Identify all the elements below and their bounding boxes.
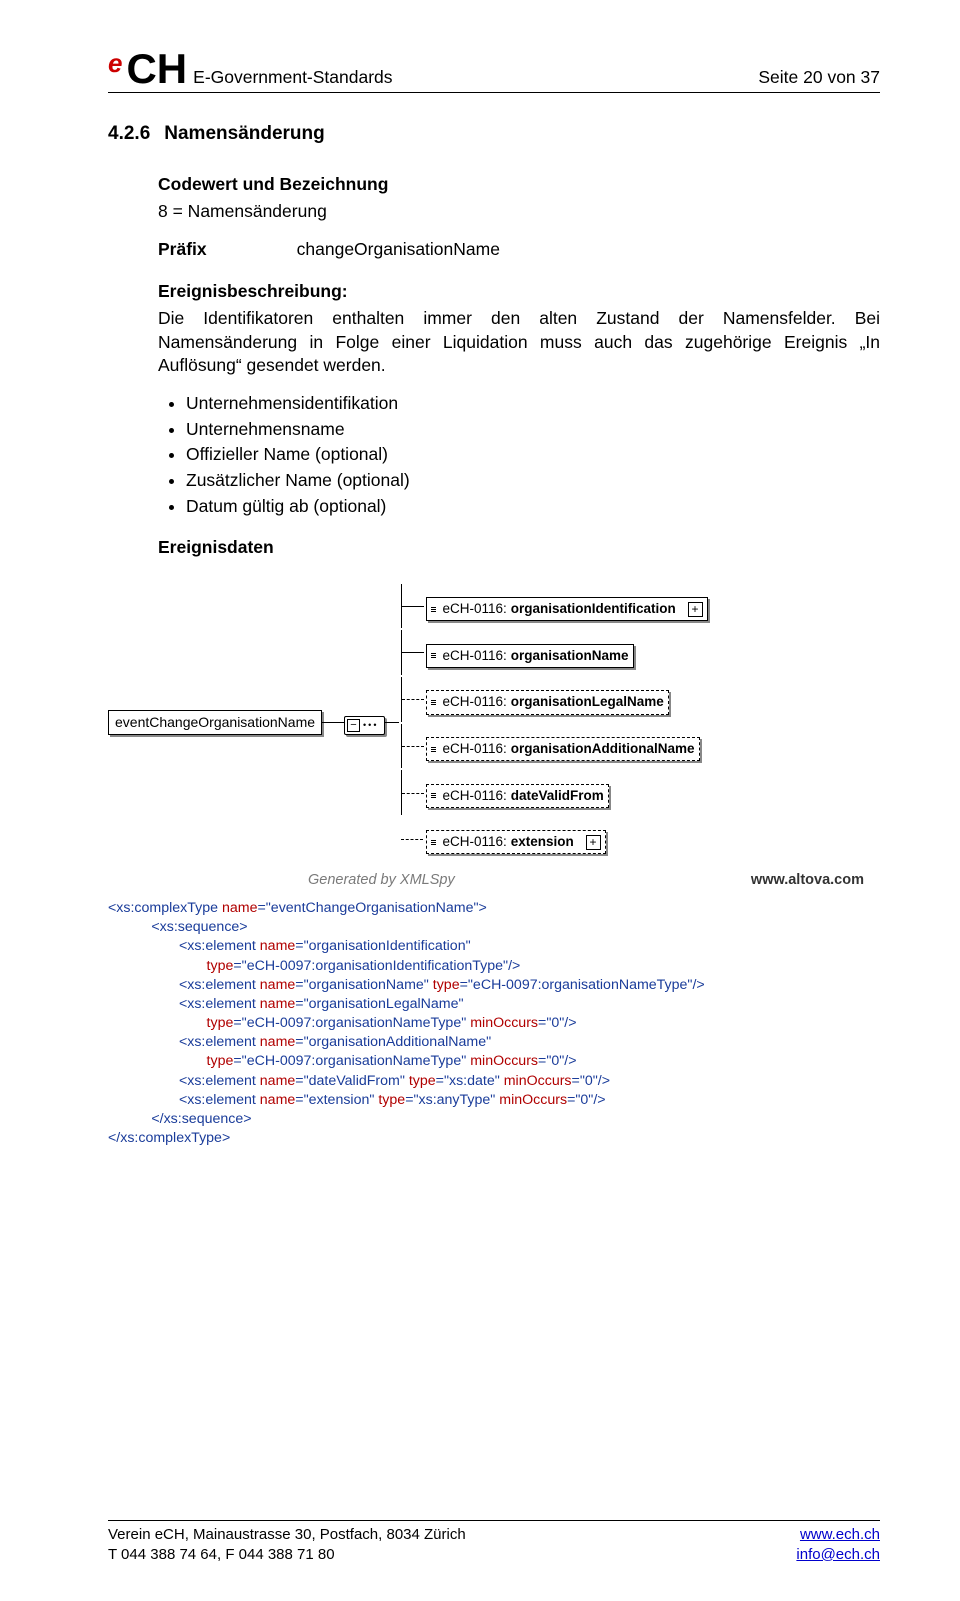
footer-address: Verein eCH, Mainaustrasse 30, Postfach, … — [108, 1525, 466, 1545]
diagram-node-optional: eCH-0116:extension + — [426, 830, 605, 854]
header-subtitle: E-Government-Standards — [187, 66, 392, 90]
logo-ch: CH — [126, 48, 187, 90]
schema-diagram: eventChangeOrganisationName −••• eCH-011… — [108, 582, 880, 864]
section-title: Namensänderung — [164, 121, 324, 147]
list-item: Offizieller Name (optional) — [186, 443, 880, 467]
logo-e: e — [108, 48, 122, 76]
page-footer: Verein eCH, Mainaustrasse 30, Postfach, … — [108, 1520, 880, 1566]
diagram-node-optional: eCH-0116:dateValidFrom — [426, 784, 608, 808]
logo: e CH — [108, 48, 187, 90]
prefix-value: changeOrganisationName — [297, 238, 500, 262]
page-indicator: Seite 20 von 37 — [758, 66, 880, 90]
list-item: Unternehmensidentifikation — [186, 392, 880, 416]
diagram-node-optional: eCH-0116:organisationAdditionalName — [426, 737, 699, 761]
section-number: 4.2.6 — [108, 121, 150, 147]
bullet-list: Unternehmensidentifikation Unternehmensn… — [158, 392, 880, 518]
diagram-node: eCH-0116:organisationIdentification + — [426, 597, 707, 621]
section-heading: 4.2.6 Namensänderung — [108, 121, 880, 147]
diagram-node-optional: eCH-0116:organisationLegalName — [426, 690, 668, 714]
diagram-node: eCH-0116:organisationName — [426, 644, 633, 668]
footer-phone: T 044 388 74 64, F 044 388 71 80 — [108, 1545, 466, 1565]
footer-link-mail[interactable]: info@ech.ch — [796, 1546, 880, 1563]
page-header: e CH E-Government-Standards Seite 20 von… — [108, 48, 880, 93]
list-item: Zusätzlicher Name (optional) — [186, 469, 880, 493]
ereignis-heading: Ereignisbeschreibung: — [158, 280, 880, 304]
altova-label: www.altova.com — [751, 871, 864, 891]
expand-icon: + — [688, 602, 703, 617]
prefix-label: Präfix — [158, 238, 207, 262]
expand-icon: + — [586, 835, 601, 850]
ereignisdaten-heading: Ereignisdaten — [158, 536, 880, 560]
list-item: Unternehmensname — [186, 418, 880, 442]
xsd-code: <xs:complexType name="eventChangeOrganis… — [108, 899, 880, 1148]
diagram-root-box: eventChangeOrganisationName — [108, 710, 322, 735]
footer-link-web[interactable]: www.ech.ch — [800, 1526, 880, 1543]
ereignis-text: Die Identifikatoren enthalten immer den … — [158, 307, 880, 378]
list-item: Datum gültig ab (optional) — [186, 495, 880, 519]
codewert-value: 8 = Namensänderung — [158, 200, 880, 224]
sequence-marker: −••• — [344, 716, 385, 735]
codewert-heading: Codewert und Bezeichnung — [158, 173, 880, 197]
generated-by-label: Generated by XMLSpy — [308, 871, 455, 891]
